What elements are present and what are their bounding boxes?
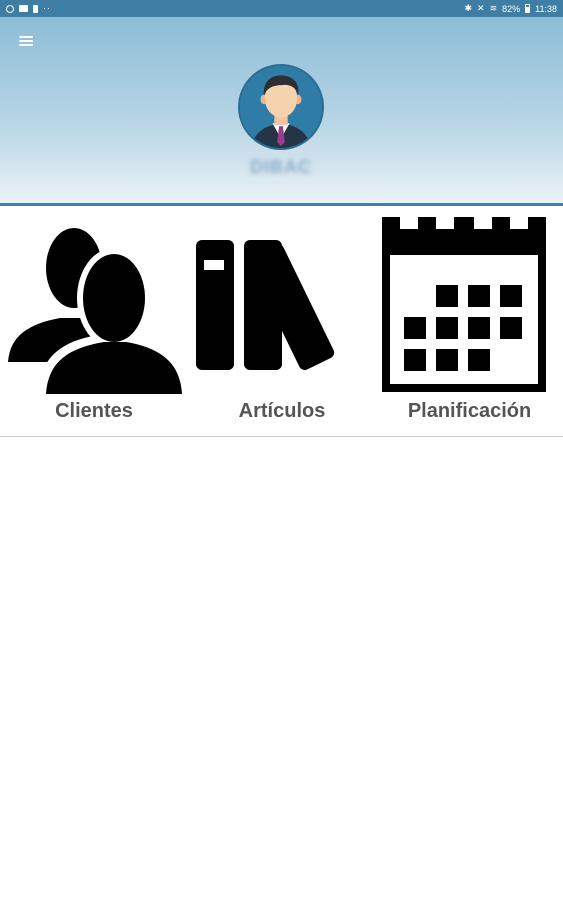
battery-icon	[525, 4, 531, 13]
clock: 11:38	[535, 3, 557, 14]
status-right-icons: ✱ ✕ ≋ 82% 11:38	[464, 4, 557, 14]
tile-label-planificacion: Planificación	[407, 400, 532, 422]
status-left-icons: ··	[6, 4, 51, 13]
wifi-icon: ≋	[489, 3, 498, 13]
tiles-divider	[0, 436, 563, 437]
tile-clientes[interactable]: Clientes	[0, 206, 188, 437]
main-menu-tiles: Clientes Artículos Planificación	[0, 206, 563, 437]
battery-percent: 82%	[502, 3, 521, 14]
user-name: DIBAC	[250, 157, 312, 177]
bluetooth-icon: ✱	[464, 3, 473, 13]
calendar-icon	[382, 217, 546, 392]
hamburger-menu-icon[interactable]	[16, 33, 36, 49]
sd-card-icon	[33, 4, 38, 13]
clients-icon	[8, 228, 182, 394]
more-dots-icon: ··	[43, 3, 51, 13]
tile-planificacion[interactable]: Planificación	[376, 206, 563, 437]
user-avatar-icon	[238, 64, 324, 150]
tile-label-clientes: Clientes	[55, 400, 133, 422]
mail-icon	[19, 5, 28, 12]
sync-icon	[6, 4, 14, 13]
books-icon	[196, 240, 335, 370]
mute-icon: ✕	[477, 3, 485, 13]
tile-label-articulos: Artículos	[238, 400, 326, 422]
status-bar: ·· ✱ ✕ ≋ 82% 11:38	[0, 0, 563, 17]
tile-articulos[interactable]: Artículos	[188, 206, 376, 437]
